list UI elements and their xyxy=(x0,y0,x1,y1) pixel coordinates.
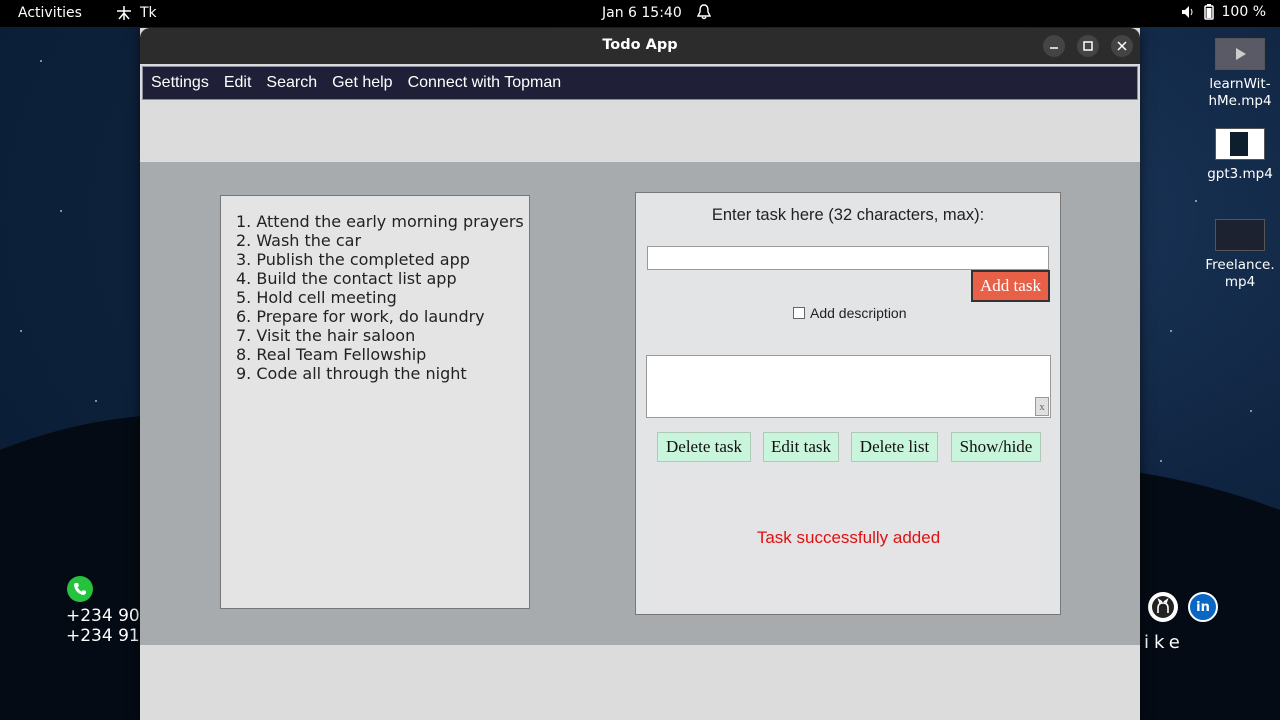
wallpaper-contact: +234 90 +234 91 xyxy=(66,576,140,646)
desktop-file-learnwithme[interactable]: learnWit- hMe.mp4 xyxy=(1200,38,1280,110)
top-strip xyxy=(140,100,1140,162)
bottom-strip xyxy=(140,645,1140,720)
linkedin-icon: in xyxy=(1188,592,1218,622)
list-item[interactable]: 1. Attend the early morning prayers xyxy=(236,212,529,231)
list-item[interactable]: 7. Visit the hair saloon xyxy=(236,326,529,345)
contact-line: +234 91 xyxy=(66,626,140,646)
maximize-icon[interactable] xyxy=(1077,35,1099,57)
list-item[interactable]: 5. Hold cell meeting xyxy=(236,288,529,307)
battery-level: 100 % xyxy=(1221,4,1266,20)
list-item[interactable]: 3. Publish the completed app xyxy=(236,250,529,269)
list-item[interactable]: 6. Prepare for work, do laundry xyxy=(236,307,529,326)
desktop-file-freelance[interactable]: Freelance. mp4 xyxy=(1200,219,1280,291)
desktop-file-gpt3[interactable]: gpt3.mp4 xyxy=(1200,128,1280,183)
edit-task-button[interactable]: Edit task xyxy=(763,432,839,462)
add-task-button[interactable]: Add task xyxy=(971,270,1050,302)
list-item[interactable]: 9. Code all through the night xyxy=(236,364,529,383)
task-input[interactable] xyxy=(647,246,1049,270)
system-top-bar: Activities Tk Jan 6 15:40 100 % xyxy=(0,0,1280,27)
window-title: Todo App xyxy=(602,37,678,53)
show-hide-button[interactable]: Show/hide xyxy=(951,432,1041,462)
list-item[interactable]: 8. Real Team Fellowship xyxy=(236,345,529,364)
window-titlebar[interactable]: Todo App xyxy=(140,28,1140,64)
battery-icon xyxy=(1203,4,1214,20)
main-area: 1. Attend the early morning prayers 2. W… xyxy=(140,162,1140,645)
clock[interactable]: Jan 6 15:40 xyxy=(602,5,682,21)
menu-bar: Settings Edit Search Get help Connect wi… xyxy=(142,66,1138,100)
wallpaper-social: in xyxy=(1148,592,1218,622)
list-item[interactable]: 2. Wash the car xyxy=(236,231,529,250)
list-item[interactable]: 4. Build the contact list app xyxy=(236,269,529,288)
github-icon xyxy=(1148,592,1178,622)
notification-bell-icon xyxy=(696,4,712,24)
task-entry-panel: Enter task here (32 characters, max): Ad… xyxy=(635,192,1061,615)
delete-task-button[interactable]: Delete task xyxy=(657,432,751,462)
add-description-label: Add description xyxy=(810,305,907,321)
add-description-toggle[interactable]: Add description xyxy=(793,305,907,321)
task-prompt-label: Enter task here (32 characters, max): xyxy=(711,206,985,224)
add-description-checkbox[interactable] xyxy=(793,307,805,319)
close-icon[interactable] xyxy=(1111,35,1133,57)
app-indicator-label: Tk xyxy=(140,5,157,21)
volume-icon xyxy=(1181,6,1193,18)
video-thumbnail xyxy=(1215,128,1265,160)
clear-description-button[interactable]: x xyxy=(1035,397,1049,416)
status-panel: Task successfully added xyxy=(649,475,1048,604)
desktop-file-name: Freelance. mp4 xyxy=(1205,257,1275,290)
desktop-file-name: learnWit- hMe.mp4 xyxy=(1208,76,1272,109)
system-tray[interactable]: 100 % xyxy=(1180,4,1266,20)
minimize-icon[interactable] xyxy=(1043,35,1065,57)
phone-icon xyxy=(67,576,93,602)
menu-search[interactable]: Search xyxy=(266,74,317,92)
app-indicator[interactable]: Tk xyxy=(116,5,157,21)
tk-app-icon xyxy=(117,6,131,20)
todo-app-window: Todo App Settings Edit Search Get help C… xyxy=(140,28,1140,720)
task-list[interactable]: 1. Attend the early morning prayers 2. W… xyxy=(220,195,530,609)
desktop-file-name: gpt3.mp4 xyxy=(1207,166,1273,182)
menu-connect[interactable]: Connect with Topman xyxy=(408,74,562,92)
video-thumbnail xyxy=(1215,219,1265,251)
status-message: Task successfully added xyxy=(756,528,941,547)
activities-button[interactable]: Activities xyxy=(18,5,82,21)
video-thumbnail xyxy=(1215,38,1265,70)
play-icon xyxy=(1236,48,1246,60)
menu-get-help[interactable]: Get help xyxy=(332,74,392,92)
menu-edit[interactable]: Edit xyxy=(224,74,252,92)
description-field[interactable]: x xyxy=(646,355,1051,418)
contact-line: +234 90 xyxy=(66,606,140,626)
menu-settings[interactable]: Settings xyxy=(151,74,209,92)
wallpaper-text: ike xyxy=(1144,632,1185,653)
delete-list-button[interactable]: Delete list xyxy=(851,432,938,462)
